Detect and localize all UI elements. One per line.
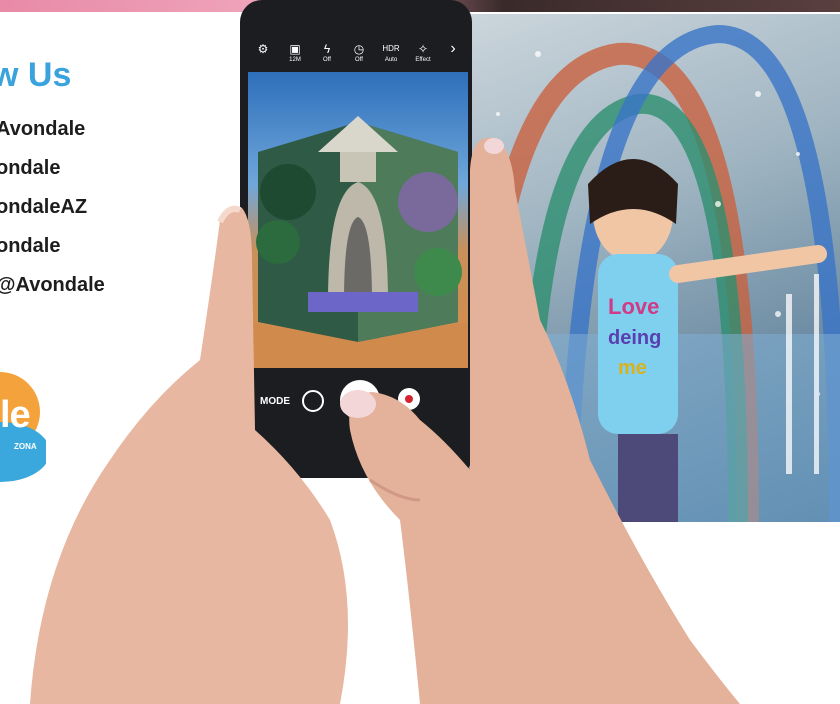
hands-holding-phone (30, 137, 740, 704)
